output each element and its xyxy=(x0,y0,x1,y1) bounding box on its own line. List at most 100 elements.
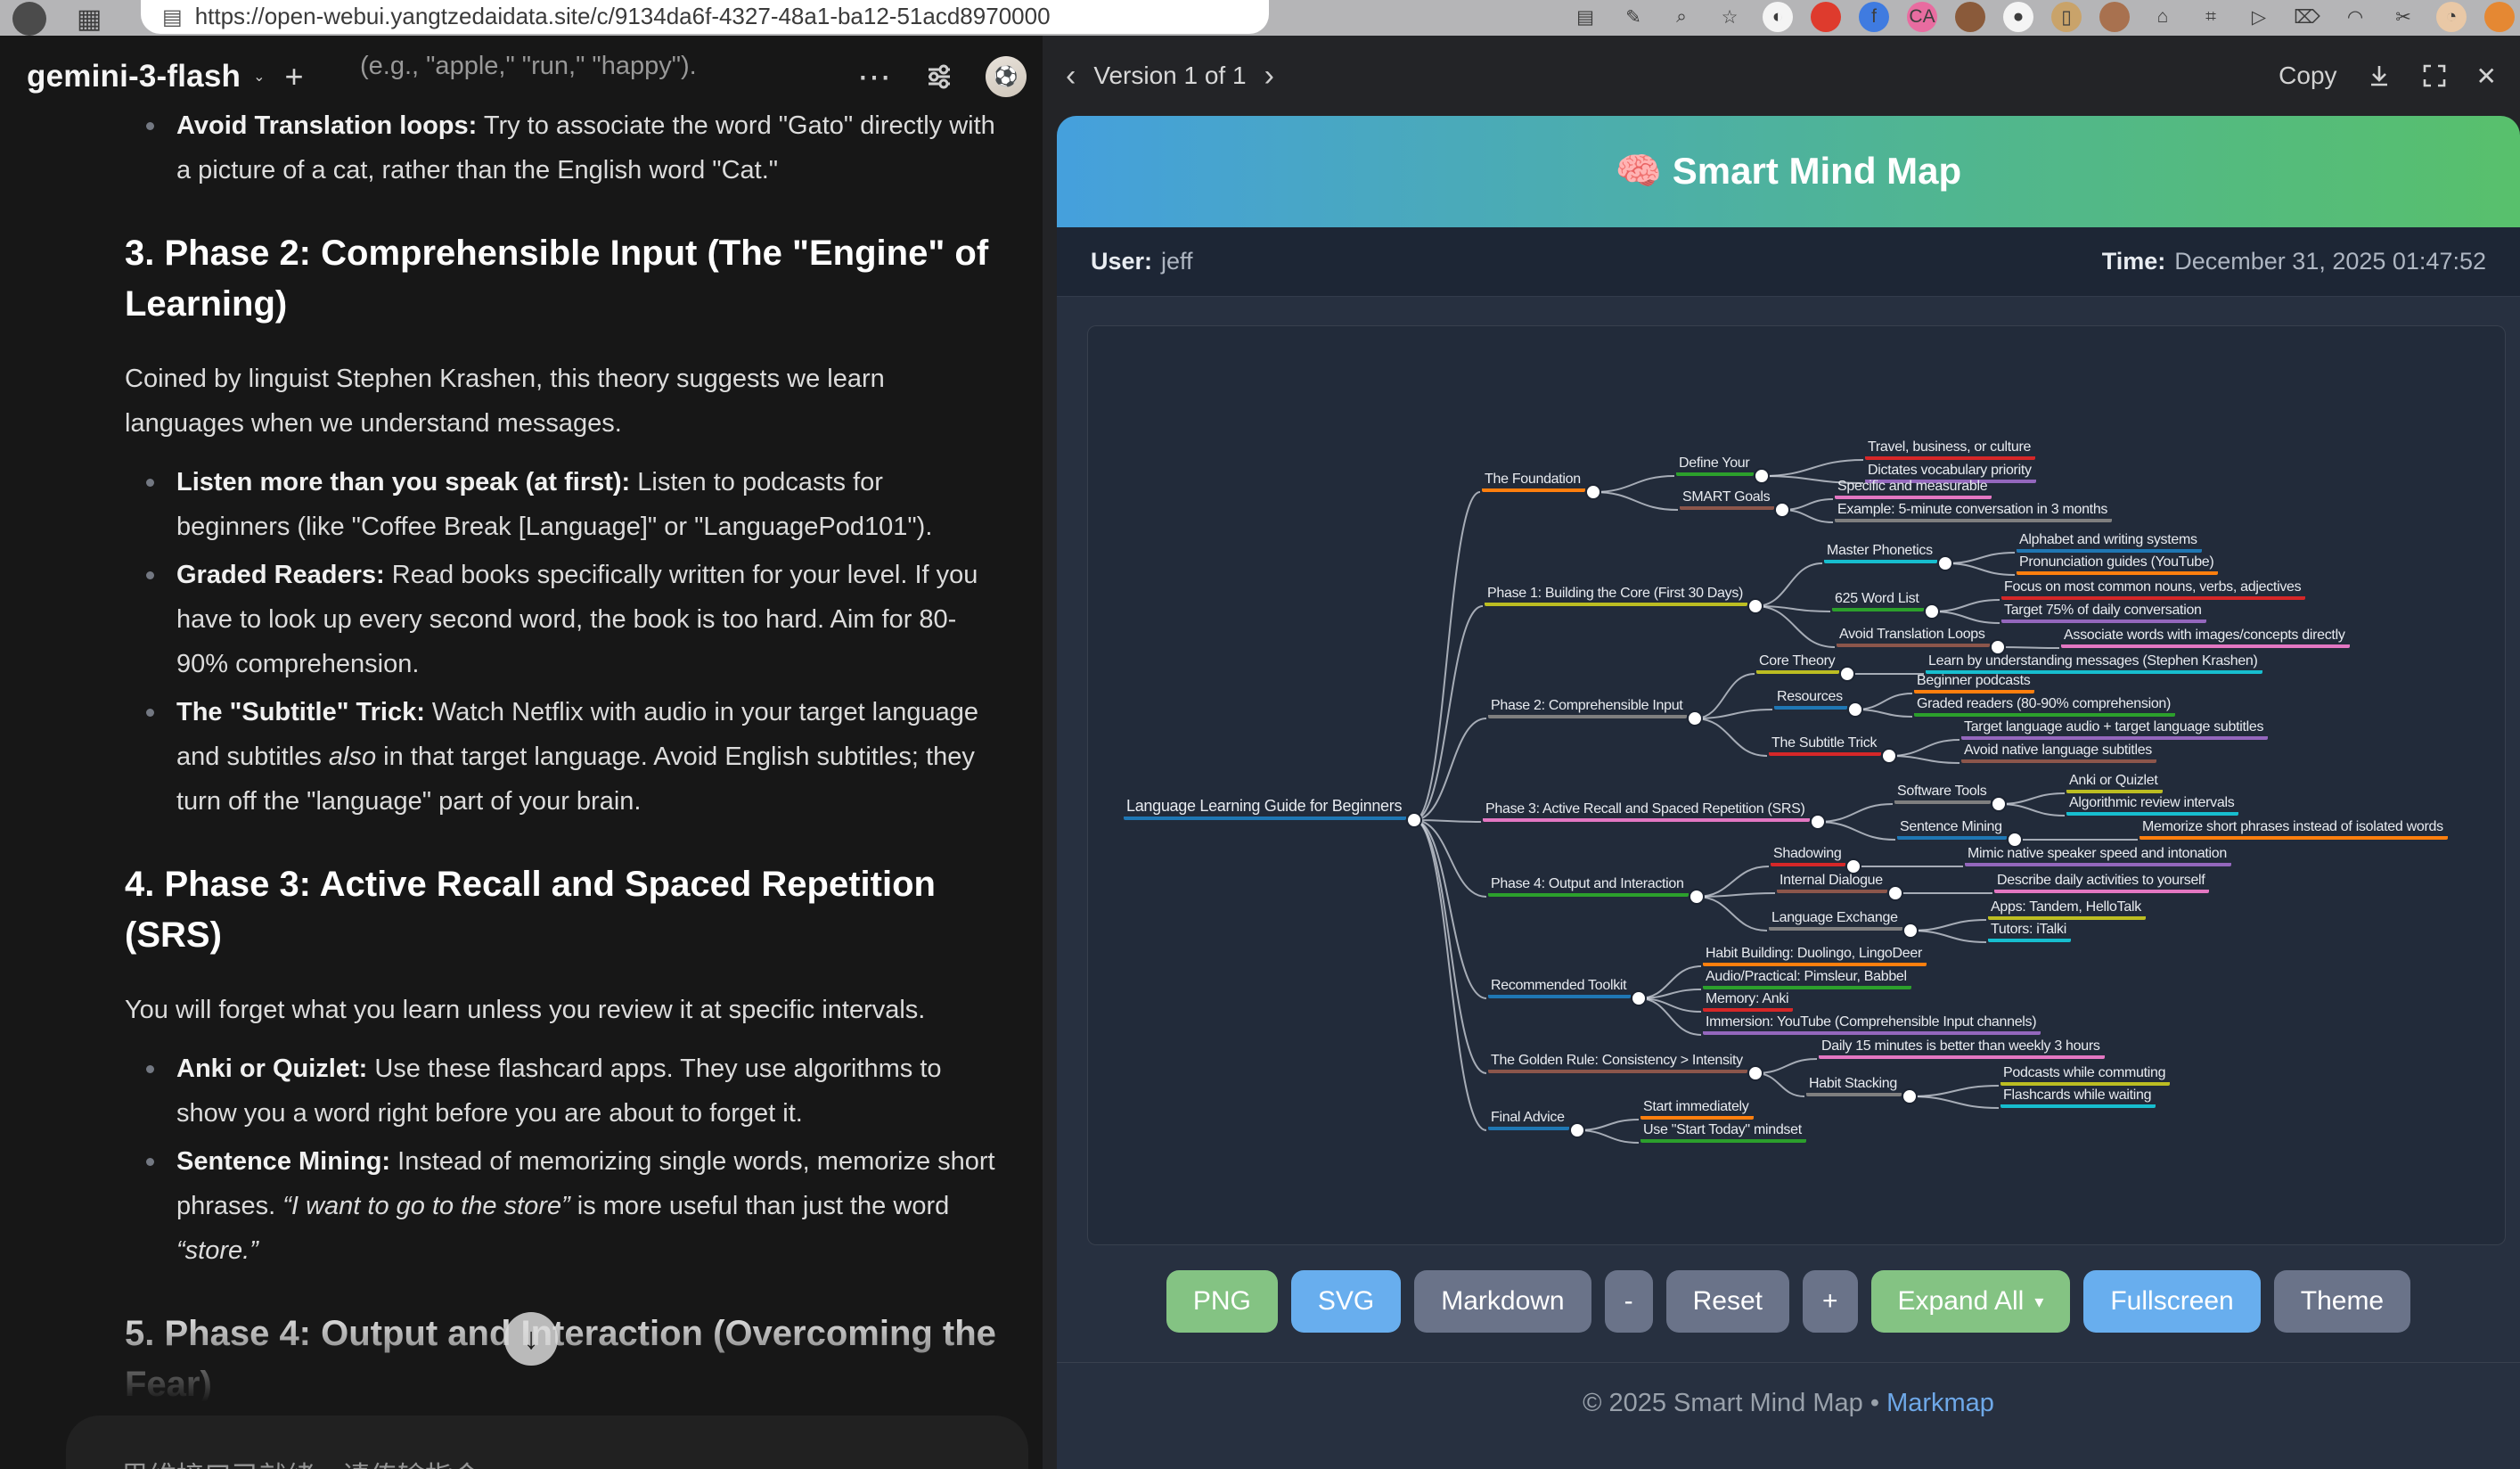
user-avatar[interactable]: ⚽ xyxy=(986,56,1027,97)
overflow-menu-icon[interactable]: ⋯ xyxy=(857,57,893,97)
next-version-button[interactable]: › xyxy=(1264,59,1274,94)
extension-icon[interactable]: ◔ xyxy=(2436,2,2467,32)
extension-icon[interactable] xyxy=(1811,2,1841,32)
mindmap-node[interactable]: Core Theory xyxy=(1756,652,1839,674)
reset-button[interactable]: Reset xyxy=(1666,1270,1789,1333)
controls-sliders-icon[interactable] xyxy=(923,61,955,93)
mindmap-node[interactable]: Immersion: YouTube (Comprehensible Input… xyxy=(1703,1014,2041,1035)
+-button[interactable]: + xyxy=(1803,1270,1858,1333)
mindmap-node[interactable]: Pronunciation guides (YouTube) xyxy=(2017,554,2218,575)
mindmap-node[interactable]: Tutors: iTalki xyxy=(1988,921,2071,942)
mindmap-node[interactable]: Language Exchange xyxy=(1769,909,1902,931)
markdown-button[interactable]: Markdown xyxy=(1414,1270,1591,1333)
theme-button[interactable]: Theme xyxy=(2274,1270,2410,1333)
--button[interactable]: - xyxy=(1605,1270,1653,1333)
mindmap-node[interactable]: Habit Building: Duolingo, LingoDeer xyxy=(1703,945,1927,966)
mindmap-node[interactable]: Podcasts while commuting xyxy=(2000,1064,2170,1086)
markmap-link[interactable]: Markmap xyxy=(1886,1389,1994,1417)
extension-icon[interactable]: ✂ xyxy=(2388,2,2418,32)
extension-icon[interactable]: ▷ xyxy=(2244,2,2274,32)
mindmap-node[interactable]: The Golden Rule: Consistency > Intensity xyxy=(1488,1052,1747,1073)
url-text[interactable]: https://open-webui.yangtzedaidata.site/c… xyxy=(195,3,1051,30)
mindmap-node[interactable]: Specific and measurable xyxy=(1835,478,1992,499)
mindmap-node[interactable]: Language Learning Guide for Beginners xyxy=(1124,796,1406,820)
mindmap-node[interactable]: Anki or Quizlet xyxy=(2066,772,2163,793)
mindmap-node[interactable]: Travel, business, or culture xyxy=(1865,439,2035,460)
extension-icon[interactable] xyxy=(1955,2,1985,32)
new-chat-button[interactable]: + xyxy=(284,58,303,95)
chevron-down-icon[interactable]: ⌄ xyxy=(253,68,265,86)
browser-profile-icon[interactable] xyxy=(12,2,46,36)
mindmap-node[interactable]: Beginner podcasts xyxy=(1914,672,2034,693)
extension-icon[interactable]: ▯ xyxy=(2051,2,2082,32)
mindmap-node[interactable]: Mimic native speaker speed and intonatio… xyxy=(1965,845,2231,866)
mindmap-node[interactable]: Phase 1: Building the Core (First 30 Day… xyxy=(1485,585,1747,606)
tab-grid-icon[interactable]: ▦ xyxy=(77,4,102,35)
mindmap-node[interactable]: Learn by understanding messages (Stephen… xyxy=(1926,652,2262,674)
mindmap-node[interactable]: Use "Start Today" mindset xyxy=(1640,1121,1806,1143)
mindmap-node[interactable]: Algorithmic review intervals xyxy=(2066,794,2238,816)
copy-button[interactable]: Copy xyxy=(2279,62,2336,90)
mindmap-node[interactable]: The Subtitle Trick xyxy=(1769,734,1881,756)
scroll-to-bottom-button[interactable]: ↓ xyxy=(504,1312,558,1366)
mindmap-node[interactable]: Target 75% of daily conversation xyxy=(2001,602,2206,623)
extension-icon[interactable]: ▤ xyxy=(1570,2,1600,32)
mindmap-node[interactable]: Flashcards while waiting xyxy=(2000,1087,2156,1108)
mindmap-node[interactable]: Sentence Mining xyxy=(1897,818,2007,840)
mindmap-node[interactable]: Define Your xyxy=(1676,455,1754,476)
mindmap-node[interactable]: Phase 2: Comprehensible Input xyxy=(1488,697,1687,718)
mindmap-node[interactable]: Recommended Toolkit xyxy=(1488,977,1631,998)
mindmap-node[interactable]: Target language audio + target language … xyxy=(1961,718,2268,740)
extension-icon[interactable]: ● xyxy=(2003,2,2033,32)
mindmap-node[interactable]: Memorize short phrases instead of isolat… xyxy=(2140,818,2448,840)
extension-icon[interactable] xyxy=(2099,2,2130,32)
extension-icon[interactable] xyxy=(2484,2,2515,32)
mindmap-node[interactable]: Audio/Practical: Pimsleur, Babbel xyxy=(1703,968,1911,989)
extension-icon[interactable]: ⌦ xyxy=(2292,2,2322,32)
svg-button[interactable]: SVG xyxy=(1291,1270,1401,1333)
extension-icon[interactable]: f xyxy=(1859,2,1889,32)
extension-icon[interactable]: ⌗ xyxy=(2196,2,2226,32)
expand-all-button[interactable]: Expand All▾ xyxy=(1871,1270,2071,1333)
mindmap-node[interactable]: Example: 5-minute conversation in 3 mont… xyxy=(1835,501,2112,522)
extension-icon[interactable]: ✎ xyxy=(1618,2,1649,32)
mindmap-node[interactable]: Memory: Anki xyxy=(1703,990,1793,1012)
extension-icon[interactable]: ⌂ xyxy=(2148,2,2178,32)
mindmap-node[interactable]: Shadowing xyxy=(1771,845,1845,866)
download-icon[interactable] xyxy=(2366,62,2393,89)
close-icon[interactable]: ✕ xyxy=(2476,62,2497,91)
message-input[interactable]: 思维接口已就绪，请传输指令。 xyxy=(66,1416,1028,1469)
mindmap-node[interactable]: Daily 15 minutes is better than weekly 3… xyxy=(1819,1038,2105,1059)
extension-icon[interactable]: ☆ xyxy=(1714,2,1745,32)
mindmap-node[interactable]: Avoid native language subtitles xyxy=(1961,742,2156,763)
mindmap-node[interactable]: 625 Word List xyxy=(1832,590,1924,611)
mindmap-node[interactable]: Phase 4: Output and Interaction xyxy=(1488,875,1689,897)
mindmap-node[interactable]: Focus on most common nouns, verbs, adjec… xyxy=(2001,579,2305,600)
extension-icon[interactable]: ◠ xyxy=(2340,2,2370,32)
prev-version-button[interactable]: ‹ xyxy=(1066,59,1076,94)
mindmap-node[interactable]: SMART Goals xyxy=(1680,488,1774,510)
png-button[interactable]: PNG xyxy=(1166,1270,1278,1333)
mindmap-node[interactable]: Resources xyxy=(1774,688,1847,710)
mindmap-node[interactable]: Avoid Translation Loops xyxy=(1837,626,1990,647)
mindmap-node[interactable]: Start immediately xyxy=(1640,1098,1754,1120)
extension-icon[interactable]: CA xyxy=(1907,2,1937,32)
extension-icon[interactable]: ⌕ xyxy=(1666,2,1697,32)
mindmap-node[interactable]: Apps: Tandem, HelloTalk xyxy=(1988,899,2146,920)
mindmap-node[interactable]: Final Advice xyxy=(1488,1109,1569,1130)
mindmap-node[interactable]: Associate words with images/concepts dir… xyxy=(2061,627,2350,648)
mindmap-node[interactable]: Describe daily activities to yourself xyxy=(1994,872,2209,893)
mindmap-node[interactable]: Master Phonetics xyxy=(1824,542,1937,563)
fullscreen-button[interactable]: Fullscreen xyxy=(2083,1270,2260,1333)
address-bar[interactable]: ▤ https://open-webui.yangtzedaidata.site… xyxy=(141,0,1269,34)
mindmap-node[interactable]: Phase 3: Active Recall and Spaced Repeti… xyxy=(1483,800,1810,822)
fullscreen-expand-icon[interactable] xyxy=(2421,62,2448,89)
mindmap-node[interactable]: Alphabet and writing systems xyxy=(2017,531,2202,553)
mindmap-node[interactable]: Habit Stacking xyxy=(1806,1075,1902,1096)
mindmap-node[interactable]: The Foundation xyxy=(1482,471,1585,492)
extension-icon[interactable]: ◐ xyxy=(1763,2,1793,32)
mindmap-node[interactable]: Software Tools xyxy=(1894,783,1991,804)
mindmap-node[interactable]: Graded readers (80-90% comprehension) xyxy=(1914,695,2175,717)
mindmap-node[interactable]: Internal Dialogue xyxy=(1777,872,1887,893)
model-selector[interactable]: gemini-3-flash xyxy=(27,59,241,94)
